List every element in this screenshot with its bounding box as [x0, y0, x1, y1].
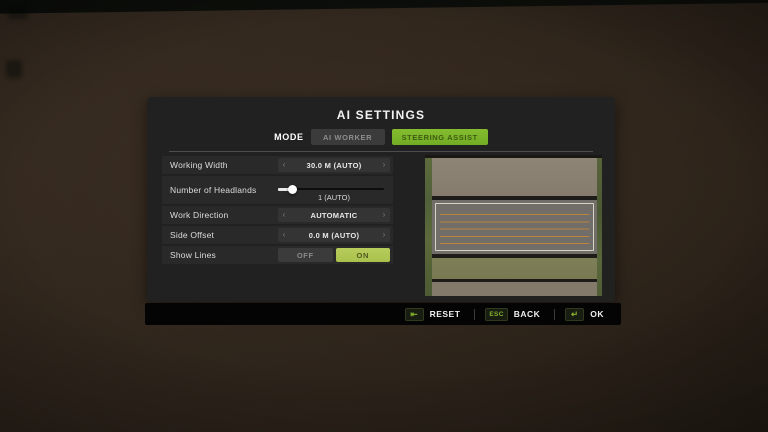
- work-direction-stepper[interactable]: ‹ AUTOMATIC ›: [278, 208, 390, 222]
- ok-button[interactable]: OK: [590, 309, 604, 319]
- enter-key-icon: ↵: [565, 307, 585, 321]
- reset-button[interactable]: RESET: [430, 309, 461, 319]
- terrain-shadow: [6, 60, 22, 78]
- esc-key-badge: ESC: [485, 307, 508, 321]
- toolbar-separator: [474, 308, 476, 320]
- tab-steering-assist[interactable]: STEERING ASSIST: [391, 129, 488, 145]
- dialog-title: AI SETTINGS: [336, 108, 426, 122]
- stepper-next-icon[interactable]: ›: [378, 231, 390, 239]
- field-boundary-outline: [435, 203, 594, 251]
- bottom-toolbar: ⇤ RESET ESC BACK ↵ OK: [145, 303, 621, 325]
- back-button[interactable]: BACK: [514, 309, 541, 319]
- toolbar-separator: [554, 308, 556, 320]
- work-direction-label: Work Direction: [170, 210, 229, 220]
- side-offset-stepper[interactable]: ‹ 0.0 M (AUTO) ›: [278, 228, 390, 242]
- side-offset-value: 0.0 M (AUTO): [308, 230, 360, 240]
- headlands-label: Number of Headlands: [170, 185, 257, 195]
- stepper-next-icon[interactable]: ›: [378, 161, 390, 169]
- headlands-value: 1 (AUTO): [318, 193, 350, 202]
- setting-row-work-direction: Work Direction ‹ AUTOMATIC ›: [162, 206, 393, 224]
- setting-row-working-width: Working Width ‹ 30.0 M (AUTO) ›: [162, 156, 393, 174]
- stepper-next-icon[interactable]: ›: [378, 211, 390, 219]
- setting-row-show-lines: Show Lines OFF ON: [162, 246, 393, 264]
- stepper-prev-icon[interactable]: ‹: [278, 211, 290, 219]
- working-width-value: 30.0 M (AUTO): [306, 160, 362, 170]
- show-lines-on-button[interactable]: ON: [335, 248, 390, 262]
- vegetation-strip-left: [425, 158, 432, 296]
- field-band-olive: [432, 258, 597, 279]
- field-band-bottom: [432, 282, 597, 296]
- horizon-band: [0, 0, 768, 14]
- work-direction-value: AUTOMATIC: [310, 210, 358, 220]
- show-lines-label: Show Lines: [170, 250, 216, 260]
- tab-ai-worker[interactable]: AI WORKER: [310, 129, 385, 145]
- game-background: AI SETTINGS MODE AI WORKER STEERING ASSI…: [0, 0, 768, 432]
- field-map-preview: [425, 155, 602, 296]
- guidance-lines: [440, 208, 589, 246]
- working-width-label: Working Width: [170, 160, 228, 170]
- field-band-selected: [432, 200, 597, 254]
- reset-key-icon: ⇤: [404, 307, 424, 321]
- side-offset-label: Side Offset: [170, 230, 215, 240]
- field-band-top: [432, 158, 597, 196]
- terrain-shadow: [8, 5, 28, 19]
- vegetation-strip-right: [597, 158, 602, 296]
- working-width-stepper[interactable]: ‹ 30.0 M (AUTO) ›: [278, 158, 390, 172]
- settings-rows: Working Width ‹ 30.0 M (AUTO) › Number o…: [162, 156, 393, 266]
- show-lines-toggle: OFF ON: [278, 248, 390, 262]
- ai-settings-dialog: AI SETTINGS MODE AI WORKER STEERING ASSI…: [147, 97, 615, 302]
- mode-tab-bar: MODE AI WORKER STEERING ASSIST: [147, 129, 615, 145]
- mode-label: MODE: [274, 132, 304, 142]
- header-divider: [169, 151, 593, 152]
- show-lines-off-button[interactable]: OFF: [278, 248, 333, 262]
- setting-row-side-offset: Side Offset ‹ 0.0 M (AUTO) ›: [162, 226, 393, 244]
- stepper-prev-icon[interactable]: ‹: [278, 231, 290, 239]
- stepper-prev-icon[interactable]: ‹: [278, 161, 290, 169]
- setting-row-headlands: Number of Headlands 1 (AUTO): [162, 176, 393, 204]
